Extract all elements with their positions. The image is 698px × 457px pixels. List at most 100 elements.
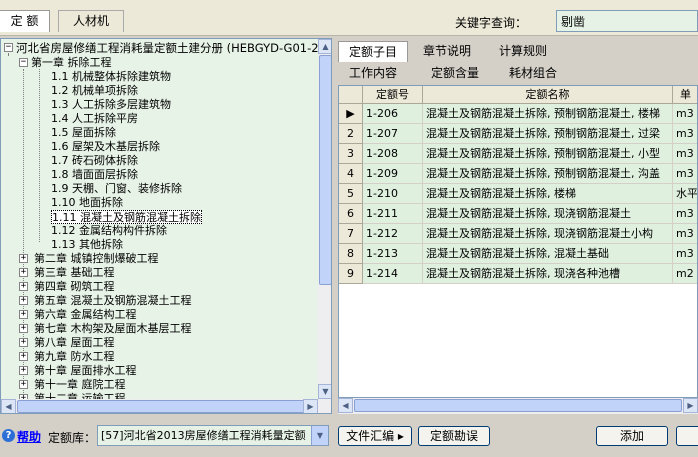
row-number[interactable]: 6 (339, 204, 363, 224)
quota-errata-button[interactable]: 定额勘误 (418, 426, 490, 446)
tree-chapter[interactable]: 第五章 混凝土及钢筋混凝土工程 (34, 294, 192, 308)
row-number[interactable]: 4 (339, 164, 363, 184)
expand-icon[interactable]: + (19, 296, 28, 305)
chevron-down-icon[interactable]: ▼ (311, 426, 328, 445)
scroll-thumb[interactable] (17, 400, 307, 413)
row-number[interactable]: 3 (339, 144, 363, 164)
cell-unit[interactable]: m3 (673, 104, 697, 124)
cell-name[interactable]: 混凝土及钢筋混凝土拆除, 预制钢筋混凝土, 沟盖 (423, 164, 673, 184)
tree-chapter[interactable]: 第三章 基础工程 (34, 266, 115, 280)
scroll-right-icon[interactable]: ▶ (683, 398, 698, 413)
tree-chapter[interactable]: 第九章 防水工程 (34, 350, 115, 364)
tab-material-combo[interactable]: 耗材组合 (498, 63, 568, 84)
tab-dinge[interactable]: 定 额 (0, 10, 50, 32)
cell-unit[interactable]: m3 (673, 164, 697, 184)
tree-section[interactable]: 1.5 屋面拆除 (51, 126, 116, 140)
row-number[interactable]: 9 (339, 264, 363, 284)
tab-calc-rules[interactable]: 计算规则 (488, 41, 558, 62)
cell-code[interactable]: 1-213 (363, 244, 423, 264)
cell-unit[interactable]: 水平 (673, 184, 697, 204)
tree-section[interactable]: 1.12 金属结构构件拆除 (51, 224, 167, 238)
tree-chapter[interactable]: 第七章 木构架及屋面木基层工程 (34, 322, 192, 336)
expand-icon[interactable]: + (19, 338, 28, 347)
tree-section[interactable]: 1.9 天棚、门窗、装修拆除 (51, 182, 182, 196)
cell-unit[interactable]: m3 (673, 124, 697, 144)
scroll-left-icon[interactable]: ◀ (1, 399, 16, 413)
scroll-up-icon[interactable]: ▲ (318, 39, 331, 54)
add-button[interactable]: 添加 (596, 426, 668, 446)
tree-root[interactable]: 河北省房屋修缮工程消耗量定额土建分册 (HEBGYD-G01-2016) (16, 41, 331, 55)
tab-chapter-notes[interactable]: 章节说明 (416, 41, 478, 62)
cell-code[interactable]: 1-206 (363, 104, 423, 124)
tree-section[interactable]: 1.4 人工拆除平房 (51, 112, 138, 126)
cell-name[interactable]: 混凝土及钢筋混凝土拆除, 楼梯 (423, 184, 673, 204)
scroll-thumb[interactable] (319, 55, 331, 285)
tree-section[interactable]: 1.1 机械整体拆除建筑物 (51, 70, 171, 84)
cell-name[interactable]: 混凝土及钢筋混凝土拆除, 混凝土基础 (423, 244, 673, 264)
quota-table[interactable]: 定额号 定额名称 单 ▶ 1-206 混凝土及钢筋混凝土拆除, 预制钢筋混凝土, 楼… (338, 85, 698, 398)
tree-section[interactable]: 1.13 其他拆除 (51, 238, 123, 252)
tree-chapter[interactable]: 第六章 金属结构工程 (34, 308, 137, 322)
cell-unit[interactable]: m3 (673, 144, 697, 164)
col-header-name[interactable]: 定额名称 (423, 86, 673, 104)
tree-section[interactable]: 1.8 墙面面层拆除 (51, 168, 138, 182)
tree-vertical-scrollbar[interactable]: ▲ ▼ (318, 39, 331, 399)
scroll-down-icon[interactable]: ▼ (318, 384, 331, 399)
tree-chapter[interactable]: 第八章 屋面工程 (34, 336, 115, 350)
row-number[interactable]: 5 (339, 184, 363, 204)
row-number[interactable]: 8 (339, 244, 363, 264)
cell-code[interactable]: 1-210 (363, 184, 423, 204)
keyword-search-input[interactable]: 剔凿 (556, 10, 698, 32)
close-button[interactable] (676, 426, 698, 446)
expand-icon[interactable]: + (19, 366, 28, 375)
cell-code[interactable]: 1-214 (363, 264, 423, 284)
tree-section[interactable]: 1.10 地面拆除 (51, 196, 123, 210)
row-number[interactable]: 7 (339, 224, 363, 244)
cell-name[interactable]: 混凝土及钢筋混凝土拆除, 现浇钢筋混凝土小构 (423, 224, 673, 244)
cell-code[interactable]: 1-208 (363, 144, 423, 164)
cell-code[interactable]: 1-212 (363, 224, 423, 244)
tree-chapter[interactable]: 第四章 砌筑工程 (34, 280, 115, 294)
tree-section[interactable]: 1.6 屋架及木基层拆除 (51, 140, 160, 154)
expand-icon[interactable]: + (19, 282, 28, 291)
expand-icon[interactable]: + (19, 380, 28, 389)
tab-rencaiji[interactable]: 人材机 (58, 10, 124, 32)
scroll-left-icon[interactable]: ◀ (338, 398, 353, 413)
tree-chapter[interactable]: 第二章 城镇控制爆破工程 (34, 252, 159, 266)
tree-section-selected[interactable]: 1.11 混凝土及钢筋混凝土拆除 (51, 210, 202, 224)
row-number[interactable]: 2 (339, 124, 363, 144)
tab-quota-content[interactable]: 定额含量 (420, 63, 490, 84)
cell-code[interactable]: 1-207 (363, 124, 423, 144)
tree-chapter-1[interactable]: 第一章 拆除工程 (31, 56, 112, 70)
cell-unit[interactable]: m3 (673, 224, 697, 244)
cell-name[interactable]: 混凝土及钢筋混凝土拆除, 现浇钢筋混凝土 (423, 204, 673, 224)
tree-section[interactable]: 1.7 砖石砌体拆除 (51, 154, 138, 168)
cell-name[interactable]: 混凝土及钢筋混凝土拆除, 预制钢筋混凝土, 楼梯 (423, 104, 673, 124)
tree-horizontal-scrollbar[interactable]: ◀ ▶ (1, 399, 331, 413)
collapse-icon[interactable]: − (19, 58, 28, 67)
cell-unit[interactable]: m2 (673, 264, 697, 284)
cell-code[interactable]: 1-209 (363, 164, 423, 184)
cell-unit[interactable]: m3 (673, 204, 697, 224)
current-row-indicator-icon[interactable]: ▶ (339, 104, 363, 124)
help-icon[interactable]: ? (2, 429, 15, 442)
file-summary-button[interactable]: 文件汇编 ▸ (338, 426, 412, 446)
col-header-unit[interactable]: 单 (673, 86, 697, 104)
tab-work-content[interactable]: 工作内容 (338, 63, 408, 84)
collapse-icon[interactable]: − (4, 43, 13, 52)
tab-dinge-zimu[interactable]: 定额子目 (338, 41, 408, 62)
scroll-thumb[interactable] (354, 399, 682, 412)
col-header-code[interactable]: 定额号 (363, 86, 423, 104)
chapter-tree[interactable]: − 河北省房屋修缮工程消耗量定额土建分册 (HEBGYD-G01-2016) −… (0, 38, 332, 414)
tree-chapter[interactable]: 第十一章 庭院工程 (34, 378, 126, 392)
table-horizontal-scrollbar[interactable]: ◀ ▶ (338, 398, 698, 414)
expand-icon[interactable]: + (19, 254, 28, 263)
cell-code[interactable]: 1-211 (363, 204, 423, 224)
tree-section[interactable]: 1.2 机械单项拆除 (51, 84, 138, 98)
tree-chapter[interactable]: 第十章 屋面排水工程 (34, 364, 137, 378)
expand-icon[interactable]: + (19, 310, 28, 319)
expand-icon[interactable]: + (19, 352, 28, 361)
tree-section[interactable]: 1.3 人工拆除多层建筑物 (51, 98, 171, 112)
cell-name[interactable]: 混凝土及钢筋混凝土拆除, 预制钢筋混凝土, 过梁 (423, 124, 673, 144)
cell-name[interactable]: 混凝土及钢筋混凝土拆除, 现浇各种池槽 (423, 264, 673, 284)
